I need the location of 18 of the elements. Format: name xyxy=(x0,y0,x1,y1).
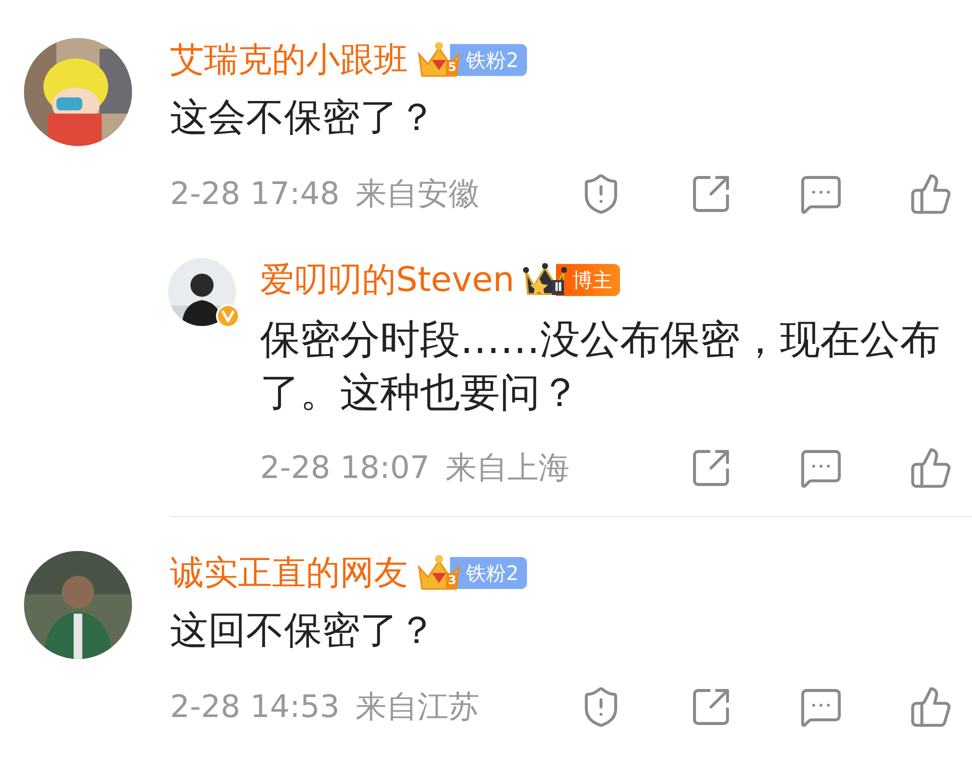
user-name[interactable]: 诚实正直的网友 xyxy=(170,550,408,596)
comment-time: 2-28 17:48 xyxy=(170,176,340,212)
like-icon[interactable] xyxy=(909,685,953,729)
like-icon[interactable] xyxy=(909,446,953,490)
comment-location: 来自安徽 xyxy=(356,175,480,214)
comment-text: 这会不保密了？ xyxy=(170,94,437,141)
user-name[interactable]: 爱叨叨的Steven xyxy=(260,257,514,303)
comment-text: 这回不保密了？ xyxy=(170,607,437,654)
comment-text: 保密分时段……没公布保密，现在公布了。这种也要问？ xyxy=(260,316,941,418)
rank-number: Ⅱ xyxy=(552,280,564,295)
user-name[interactable]: 艾瑞克的小跟班 xyxy=(170,37,408,83)
like-icon[interactable] xyxy=(909,172,953,216)
rank-number: 5 xyxy=(446,60,458,75)
rank-number: 3 xyxy=(446,573,458,588)
comment-location: 来自江苏 xyxy=(356,688,480,727)
comment-time: 2-28 14:53 xyxy=(170,689,340,725)
comment-time: 2-28 18:07 xyxy=(260,450,430,486)
comment-location: 来自上海 xyxy=(446,449,570,488)
